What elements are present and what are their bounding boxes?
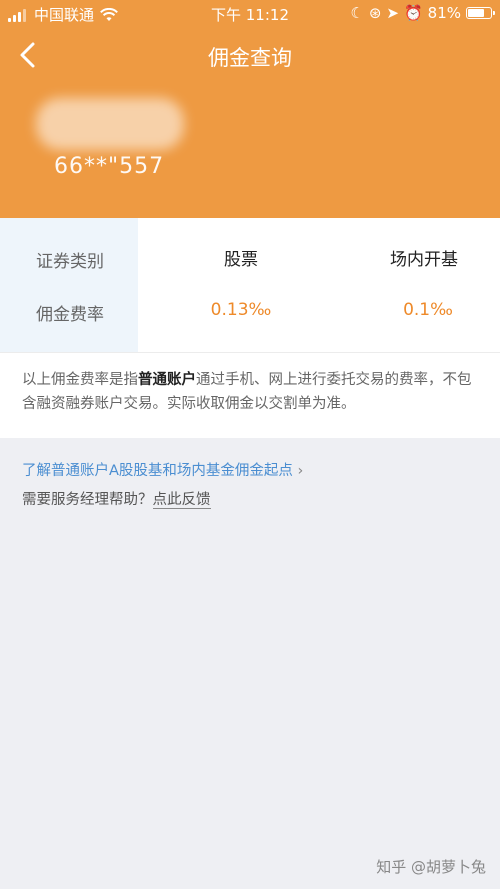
help-line: 需要服务经理帮助？点此反馈 [22,488,211,509]
chevron-right-icon: › [297,463,304,479]
account-number: 66**"557 [54,154,165,179]
feedback-link[interactable]: 点此反馈 [152,492,211,509]
row-label-category: 证券类别 [36,252,104,272]
row-label-rate: 佣金费率 [36,305,104,325]
fee-rate-card: 证券类别 佣金费率 股票 场内开基 0.13‰ 0.1‰ 以上佣金费率是指普通账… [0,218,500,438]
header-banner: 中国联通 下午 11:12 ☾ ⊛ ➤ ⏰ 81% 佣金查询 66**"557 [0,0,500,218]
moon-icon: ☾ [350,4,364,22]
learn-more-link[interactable]: 了解普通账户A股股基和场内基金佣金起点 › [22,459,303,480]
watermark: 知乎 @胡萝卜兔 [376,858,486,876]
page-title: 佣金查询 [208,46,292,70]
column-header-stock: 股票 [224,250,258,270]
battery-percent: 81% [427,4,461,22]
alarm-icon: ⏰ [403,4,423,22]
fee-note: 以上佣金费率是指普通账户通过手机、网上进行委托交易的费率，不包含融资融券账户交易… [22,368,482,416]
learn-more-label: 了解普通账户A股股基和场内基金佣金起点 [22,463,293,479]
status-bar: 中国联通 下午 11:12 ☾ ⊛ ➤ ⏰ 81% [0,0,500,28]
divider [0,352,500,353]
note-highlight: 普通账户 [138,372,196,388]
orientation-lock-icon: ⊛ [368,4,382,22]
rate-value-stock: 0.13‰ [210,300,272,320]
battery-icon [466,7,495,19]
help-prompt: 需要服务经理帮助？ [22,492,153,508]
nav-bar: 佣金查询 [0,30,500,82]
rate-value-exchange-fund: 0.1‰ [403,300,453,320]
account-name-redacted [36,98,184,150]
location-icon: ➤ [386,4,399,22]
note-prefix: 以上佣金费率是指 [22,372,138,388]
column-header-exchange-fund: 场内开基 [390,250,458,270]
label-column [0,218,138,352]
